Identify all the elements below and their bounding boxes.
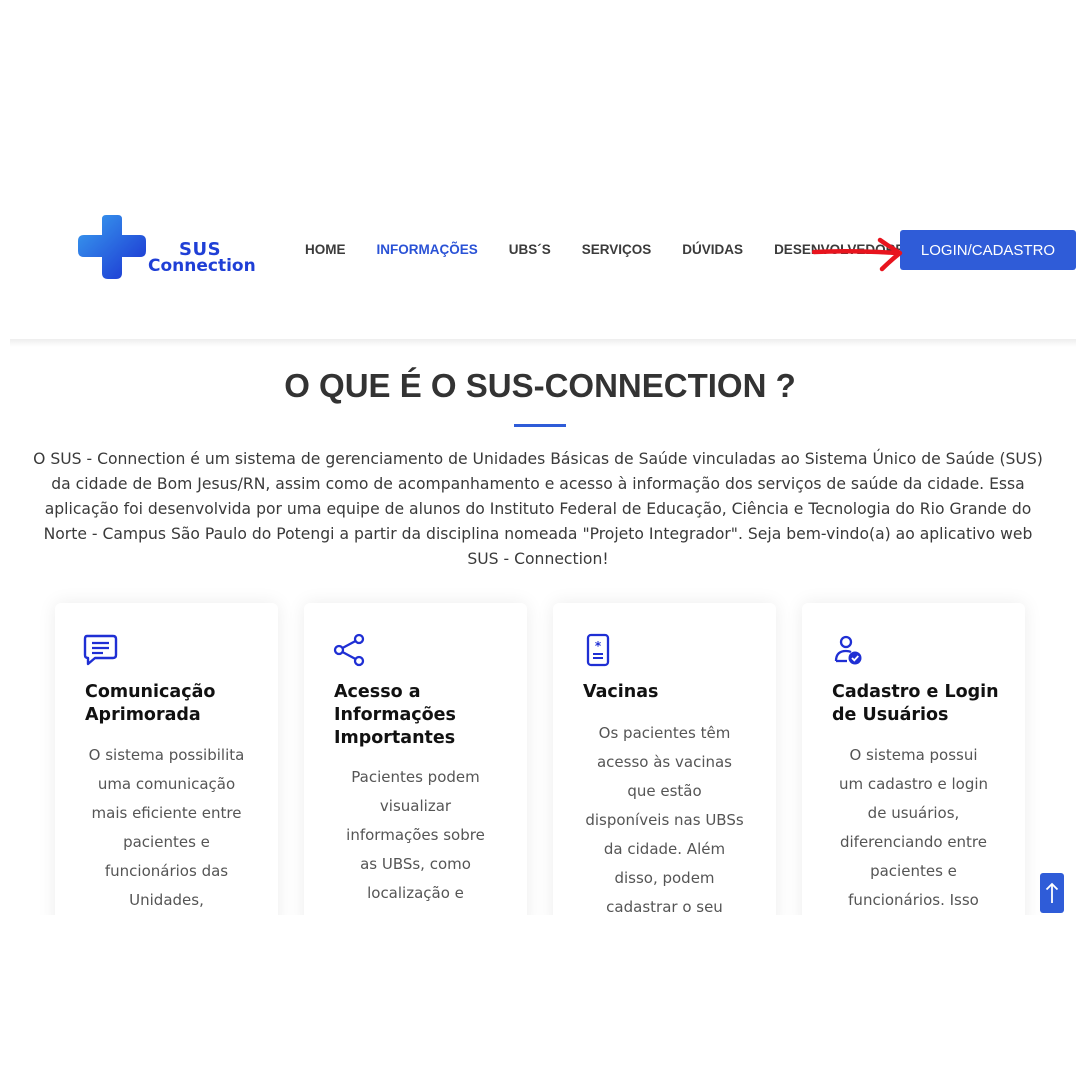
card-title-line: Importantes xyxy=(334,728,456,748)
card-text-line: acesso às vacinas xyxy=(596,753,732,771)
arrow-up-icon xyxy=(1045,882,1059,903)
card-title-line: Informações xyxy=(334,705,456,725)
feature-cards: Comunicação Aprimorada O sistema possibi… xyxy=(55,603,1035,915)
intro-line: Norte - Campus São Paulo do Potengi a pa… xyxy=(43,525,1033,543)
intro-paragraph: O SUS - Connection é um sistema de geren… xyxy=(0,447,1080,572)
vaccine-card-icon: * xyxy=(586,633,610,667)
card-text-line: localização e xyxy=(367,884,464,902)
card-text-line: cadastrar o seu xyxy=(606,898,723,915)
intro-line: da cidade de Bom Jesus/RN, assim como de… xyxy=(51,475,1025,493)
card-text-line: funcionários. Isso xyxy=(848,891,979,909)
card-title-line: Comunicação xyxy=(85,682,216,702)
share-icon xyxy=(333,633,365,667)
card-comunicacao: Comunicação Aprimorada O sistema possibi… xyxy=(55,603,278,915)
nav-home[interactable]: HOME xyxy=(305,242,346,257)
title-underline xyxy=(514,424,566,427)
card-text-line: Unidades, xyxy=(129,891,204,909)
user-check-icon xyxy=(834,635,862,665)
page-frame: SUS Connection HOME INFORMAÇÕES UBS´S SE… xyxy=(0,205,1080,915)
card-text-line: diferenciando entre xyxy=(839,833,988,851)
card-text-line: disponíveis nas UBSs xyxy=(585,811,744,829)
card-text-line: informações sobre xyxy=(346,826,485,844)
card-text-line: O sistema possui xyxy=(849,746,978,764)
card-text: Pacientes podem visualizar informações s… xyxy=(324,763,507,908)
card-text-line: pacientes e xyxy=(870,862,957,880)
card-vacinas: * Vacinas Os pacientes têm acesso às vac… xyxy=(553,603,776,915)
card-text: O sistema possibilita uma comunicação ma… xyxy=(75,741,258,915)
card-title: Acesso a Informações Importantes xyxy=(334,681,509,750)
card-text-line: pacientes e xyxy=(123,833,210,851)
card-text-line: que estão xyxy=(627,782,702,800)
card-title: Comunicação Aprimorada xyxy=(85,681,260,727)
nav-servicos[interactable]: SERVIÇOS xyxy=(582,242,652,257)
nav-duvidas[interactable]: DÚVIDAS xyxy=(682,242,743,257)
intro-line: O SUS - Connection é um sistema de geren… xyxy=(33,450,1043,468)
card-text-line: da cidade. Além xyxy=(603,840,726,858)
card-text-line: de usuários, xyxy=(867,804,960,822)
card-text-line: mais eficiente entre xyxy=(91,804,242,822)
card-title: Cadastro e Login de Usuários xyxy=(832,681,1007,727)
card-title-line: Cadastro e Login xyxy=(832,682,999,702)
header-divider xyxy=(10,339,1076,347)
card-title-line: Vacinas xyxy=(583,682,659,702)
card-text-line: uma comunicação xyxy=(97,775,236,793)
section-title: O QUE É O SUS-CONNECTION ? xyxy=(284,367,796,404)
card-text-line: funcionários das xyxy=(104,862,229,880)
card-text: O sistema possui um cadastro e login de … xyxy=(822,741,1005,915)
nav-ubss[interactable]: UBS´S xyxy=(509,242,551,257)
intro-line: aplicação foi desenvolvida por uma equip… xyxy=(44,500,1032,518)
message-icon xyxy=(83,634,118,666)
card-text-line: disso, podem xyxy=(614,869,715,887)
card-text-line: Pacientes podem xyxy=(351,768,480,786)
nav-informacoes[interactable]: INFORMAÇÕES xyxy=(377,242,478,257)
card-text-line: visualizar xyxy=(379,797,452,815)
back-to-top-button[interactable] xyxy=(1040,873,1064,913)
annotation-arrow-icon xyxy=(812,237,903,272)
card-text-line: as UBSs, como xyxy=(360,855,471,873)
logo[interactable]: SUS Connection xyxy=(78,215,258,285)
card-cadastro-login: Cadastro e Login de Usuários O sistema p… xyxy=(802,603,1025,915)
card-title-line: Aprimorada xyxy=(85,705,201,725)
login-cadastro-button[interactable]: LOGIN/CADASTRO xyxy=(900,230,1076,270)
svg-text:*: * xyxy=(595,639,602,653)
logo-text-connection: Connection xyxy=(148,256,256,276)
card-text-line: Os pacientes têm xyxy=(598,724,731,742)
logo-cross-icon xyxy=(78,215,146,279)
card-acesso-informacoes: Acesso a Informações Importantes Pacient… xyxy=(304,603,527,915)
card-title: Vacinas xyxy=(583,681,758,704)
card-text: Os pacientes têm acesso às vacinas que e… xyxy=(573,719,756,915)
card-title-line: de Usuários xyxy=(832,705,949,725)
intro-line: SUS - Connection! xyxy=(467,550,609,568)
card-title-line: Acesso a xyxy=(334,682,421,702)
card-text-line: O sistema possibilita xyxy=(88,746,245,764)
card-text-line: um cadastro e login xyxy=(838,775,989,793)
